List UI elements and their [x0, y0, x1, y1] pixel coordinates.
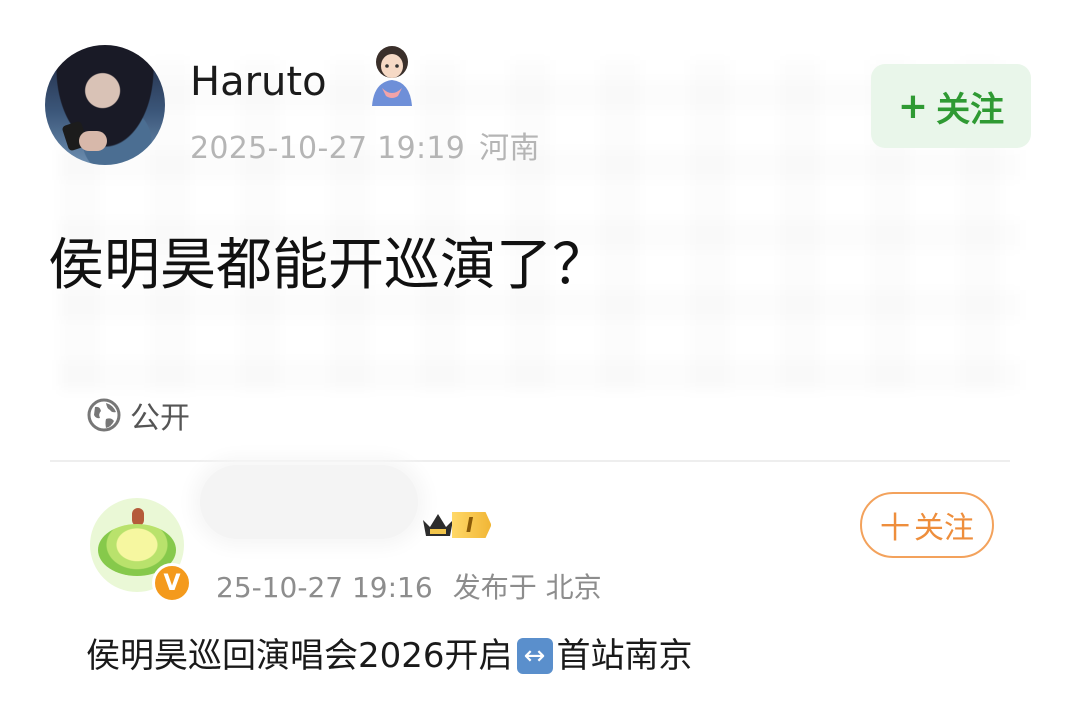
divider [50, 460, 1010, 462]
quote-meta: 25-10-27 19:16 发布于 北京 [216, 566, 602, 606]
quote-follow-button[interactable]: 十 关注 [860, 492, 994, 558]
crown-icon [423, 514, 453, 536]
plus-icon: 十 [880, 511, 910, 546]
globe-icon [87, 398, 121, 432]
quote-text-after: 首站南京 [556, 636, 693, 676]
follow-label: 关注 [914, 511, 974, 546]
member-level-badge[interactable]: I [420, 510, 492, 540]
quote-timestamp: 25-10-27 19:16 [216, 571, 433, 604]
quote-published-location: 发布于 北京 [452, 571, 602, 604]
quote-content: 侯明昊巡回演唱会2026开启 ↔ 首站南京 [86, 634, 693, 678]
hand-shape [79, 131, 107, 151]
follow-button[interactable]: + 关注 [871, 64, 1031, 148]
plus-icon: + [897, 85, 929, 127]
visibility-indicator: 公开 [86, 396, 190, 436]
visibility-label: 公开 [130, 401, 190, 436]
level-label: I [452, 512, 492, 538]
blurred-author-name[interactable] [200, 465, 418, 539]
follow-label: 关注 [936, 89, 1005, 130]
left-right-arrow-icon: ↔ [516, 638, 553, 674]
post-content: 侯明昊都能开巡演了？ [48, 233, 608, 298]
girl-sticker-icon [372, 46, 412, 106]
post-timestamp: 2025-10-27 19:19 [190, 131, 466, 166]
post-location: 河南 [479, 131, 540, 166]
author-name[interactable]: Haruto [190, 58, 327, 106]
author-avatar[interactable] [45, 45, 165, 165]
post-meta: 2025-10-27 19:19 河南 [190, 123, 540, 167]
quote-text-before: 侯明昊巡回演唱会2026开启 [86, 636, 513, 676]
verified-badge-icon: V [152, 563, 192, 603]
